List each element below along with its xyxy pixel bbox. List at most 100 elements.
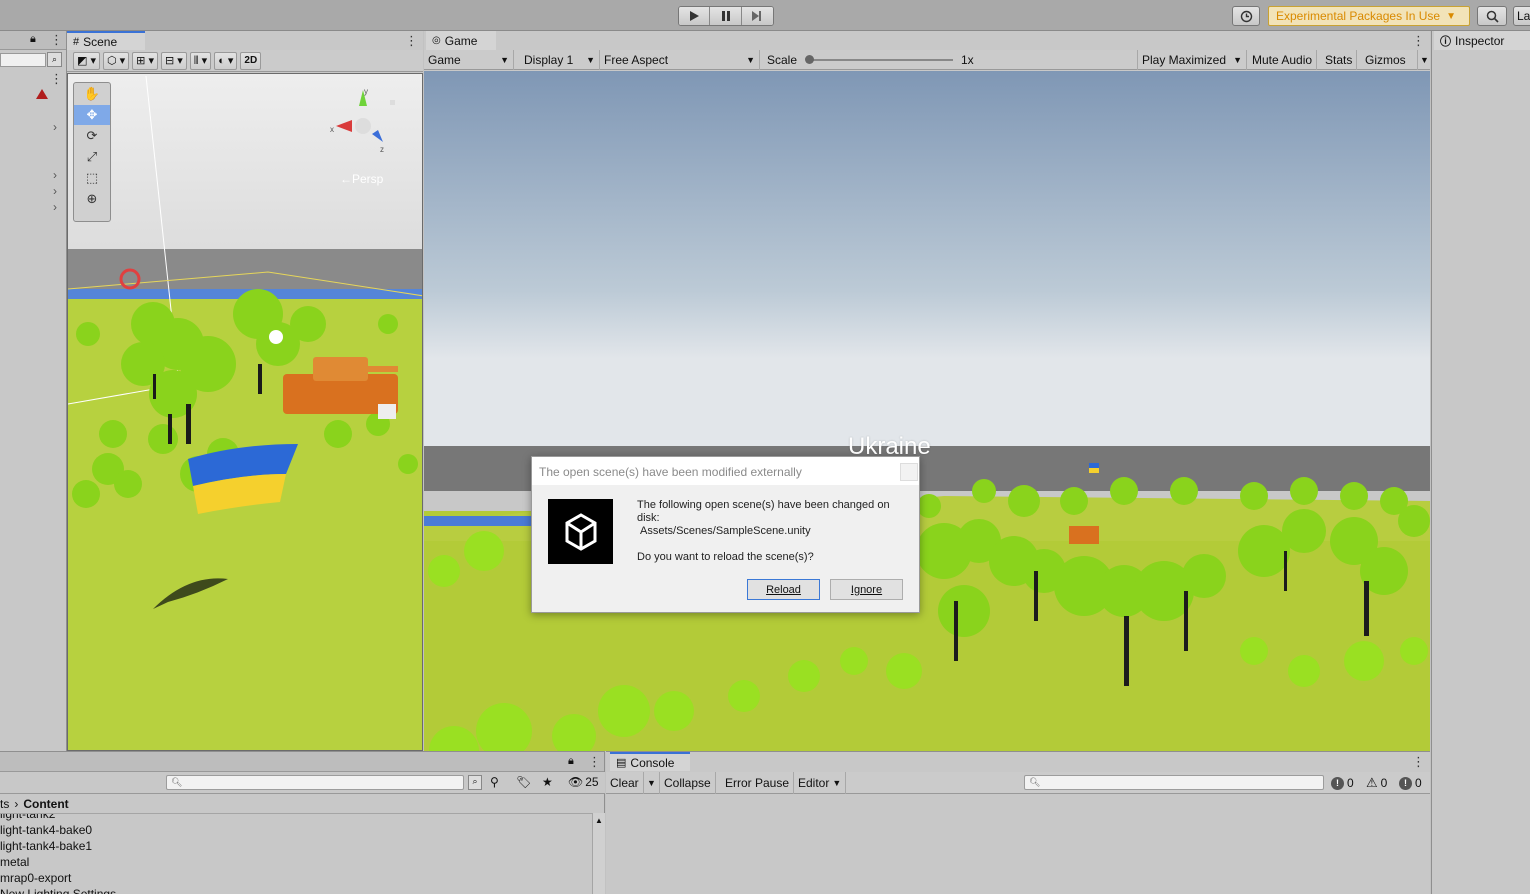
scene-menu-kebab-icon[interactable]: ⋮ <box>50 71 63 87</box>
project-menu-kebab-icon[interactable]: ⋮ <box>588 754 601 770</box>
favorite-star-icon[interactable]: ★ <box>542 775 553 789</box>
mode-2d-toggle[interactable]: 2D <box>240 51 262 70</box>
lock-icon[interactable]: 🔒︎ <box>30 33 36 46</box>
expand-arrow-icon[interactable]: › <box>53 120 57 134</box>
shading-dropdown[interactable]: ⬡ ▾ <box>102 51 130 70</box>
play-button[interactable] <box>679 7 711 25</box>
hierarchy-tabbar: 🔒︎ ⋮ <box>0 31 66 50</box>
scroll-up-icon[interactable]: ▲ <box>595 816 603 825</box>
list-item[interactable]: light-tank4-bake0 <box>0 822 592 838</box>
menu-kebab-icon[interactable]: ⋮ <box>50 32 63 48</box>
breadcrumb-parent[interactable]: ts <box>0 797 9 811</box>
filter-by-type-icon[interactable]: ⚲ <box>490 775 499 789</box>
tab-console[interactable]: ▤ Console <box>610 752 690 771</box>
play-maximized-dropdown[interactable]: Play Maximized ▼ <box>1137 50 1247 70</box>
expand-arrow-icon[interactable]: › <box>53 184 57 198</box>
mute-audio-toggle[interactable]: Mute Audio <box>1248 50 1318 70</box>
list-item[interactable]: mrap0-export <box>0 870 592 886</box>
list-item[interactable]: light-tank4-bake1 <box>0 838 592 854</box>
hand-tool-button[interactable]: ✋ <box>74 84 110 104</box>
collapse-toggle[interactable]: Collapse <box>660 772 716 794</box>
warning-count-toggle[interactable]: ⚠ 0 <box>1366 775 1387 791</box>
gizmo-y-label: y <box>364 87 368 96</box>
warning-count: 0 <box>1380 776 1388 790</box>
error-pause-toggle[interactable]: Error Pause <box>721 772 795 794</box>
pivot-dropdown[interactable]: ⊞ ▾ <box>132 51 158 70</box>
expand-arrow-icon[interactable]: › <box>53 168 57 182</box>
stats-toggle[interactable]: Stats <box>1321 50 1358 70</box>
aspect-dropdown[interactable]: Free Aspect ▼ <box>600 50 760 70</box>
game-panel: ◎ Game ⋮ Game ▼ Display 1 ▼ Free Aspect ▼ S… <box>424 31 1430 751</box>
expand-arrow-icon[interactable]: › <box>53 200 57 214</box>
game-view-dropdown[interactable]: Game ▼ <box>424 50 514 70</box>
chevron-right-icon: › <box>14 796 19 811</box>
gizmos-toggle[interactable]: Gizmos <box>1361 50 1418 70</box>
project-scrollbar[interactable]: ▲ <box>592 813 605 894</box>
tab-inspector[interactable]: ⓘ Inspector <box>1434 31 1530 50</box>
grid-dropdown[interactable]: ⦀ ▾ <box>189 51 212 70</box>
undo-history-button[interactable] <box>1232 6 1260 26</box>
rotate-tool-button[interactable]: ⟳ <box>74 126 110 146</box>
scale-slider-track[interactable] <box>808 59 953 61</box>
filter-by-label-icon[interactable]: 🏷︎ <box>516 775 531 789</box>
list-item[interactable]: metal <box>0 854 592 870</box>
experimental-packages-dropdown[interactable]: Experimental Packages In Use ▼ <box>1268 6 1470 26</box>
reload-button[interactable]: Reload <box>747 579 820 600</box>
gamepad-icon: ◎ <box>432 35 441 46</box>
move-tool-button[interactable]: ✥ <box>74 105 110 125</box>
scene-menu-kebab-icon[interactable]: ⋮ <box>405 33 418 49</box>
ignore-button[interactable]: Ignore <box>830 579 903 600</box>
chevron-down-icon: ▼ <box>746 55 755 65</box>
info-count-toggle[interactable]: ! 0 <box>1331 775 1354 791</box>
collapse-label: Collapse <box>664 776 711 790</box>
draw-mode-dropdown[interactable]: ◩ ▾ <box>73 51 100 70</box>
scale-slider-handle[interactable] <box>805 55 814 64</box>
layers-dropdown[interactable]: La <box>1513 6 1530 26</box>
tab-scene[interactable]: # Scene <box>67 31 145 50</box>
search-by-type-icon[interactable]: ⌕ <box>468 775 482 790</box>
info-count: 0 <box>1347 776 1354 790</box>
hierarchy-search-input[interactable] <box>0 53 46 67</box>
breadcrumb-current[interactable]: Content <box>23 797 68 811</box>
project-search-input[interactable]: 🔍︎ <box>166 775 464 790</box>
clear-options-dropdown[interactable]: ▼ <box>644 772 660 794</box>
rect-tool-button[interactable]: ⬚ <box>74 168 110 188</box>
console-menu-kebab-icon[interactable]: ⋮ <box>1412 754 1425 770</box>
error-count-toggle[interactable]: ! 0 <box>1399 775 1422 791</box>
lock-icon[interactable]: 🔒︎ <box>568 755 574 768</box>
game-view-label: Game <box>428 53 461 67</box>
chevron-down-icon: ▼ <box>1233 55 1242 65</box>
transform-tool-button[interactable]: ⊕ <box>74 189 110 209</box>
unity-logo-icon <box>548 499 613 564</box>
clear-button[interactable]: Clear <box>606 772 644 794</box>
pause-button[interactable] <box>710 7 742 25</box>
display-dropdown[interactable]: Display 1 ▼ <box>520 50 600 70</box>
info-icon: ⓘ <box>1440 35 1451 48</box>
scene-viewport[interactable]: ✋ ✥ ⟳ ⤢ ⬚ ⊕ y x z ←Persp <box>67 73 423 751</box>
list-item[interactable]: New Lighting Settings <box>0 886 592 894</box>
orientation-gizmo[interactable]: y x z <box>328 86 398 166</box>
dialog-close-button[interactable] <box>900 463 918 481</box>
console-search-input[interactable]: 🔍︎ <box>1024 775 1324 790</box>
chevron-down-icon: ▼ <box>832 778 842 788</box>
game-viewport[interactable] <box>424 71 1430 751</box>
gizmo-z-label: z <box>380 145 384 154</box>
play-controls <box>678 6 774 26</box>
render-mode-dropdown[interactable]: ◐ ▾ <box>214 51 238 70</box>
list-item[interactable]: light-tank2 <box>0 814 592 822</box>
gizmos-dropdown[interactable]: ▼ <box>1418 50 1430 70</box>
editor-dropdown[interactable]: Editor ▼ <box>794 772 847 794</box>
warning-icon: ⚠ <box>1366 775 1378 790</box>
scale-tool-button[interactable]: ⤢ <box>74 147 110 167</box>
tab-game[interactable]: ◎ Game <box>426 31 496 50</box>
snap-dropdown[interactable]: ⊟ ▾ <box>160 51 187 70</box>
game-menu-kebab-icon[interactable]: ⋮ <box>1412 33 1425 49</box>
console-panel: ▤ Console ⋮ Clear ▼ Collapse Error Pause… <box>606 751 1430 894</box>
search-by-type-button[interactable]: ⌕ <box>47 52 62 67</box>
global-search-button[interactable] <box>1477 6 1507 26</box>
error-pause-label: Error Pause <box>725 776 790 790</box>
projection-label[interactable]: ←Persp <box>340 172 383 186</box>
step-button[interactable] <box>741 7 773 25</box>
hidden-packages-toggle[interactable]: 👁︎ 25 <box>568 775 599 789</box>
project-toolbar: 🔍︎ ⌕ ⚲ 🏷︎ ★ 👁︎ 25 <box>0 772 605 794</box>
